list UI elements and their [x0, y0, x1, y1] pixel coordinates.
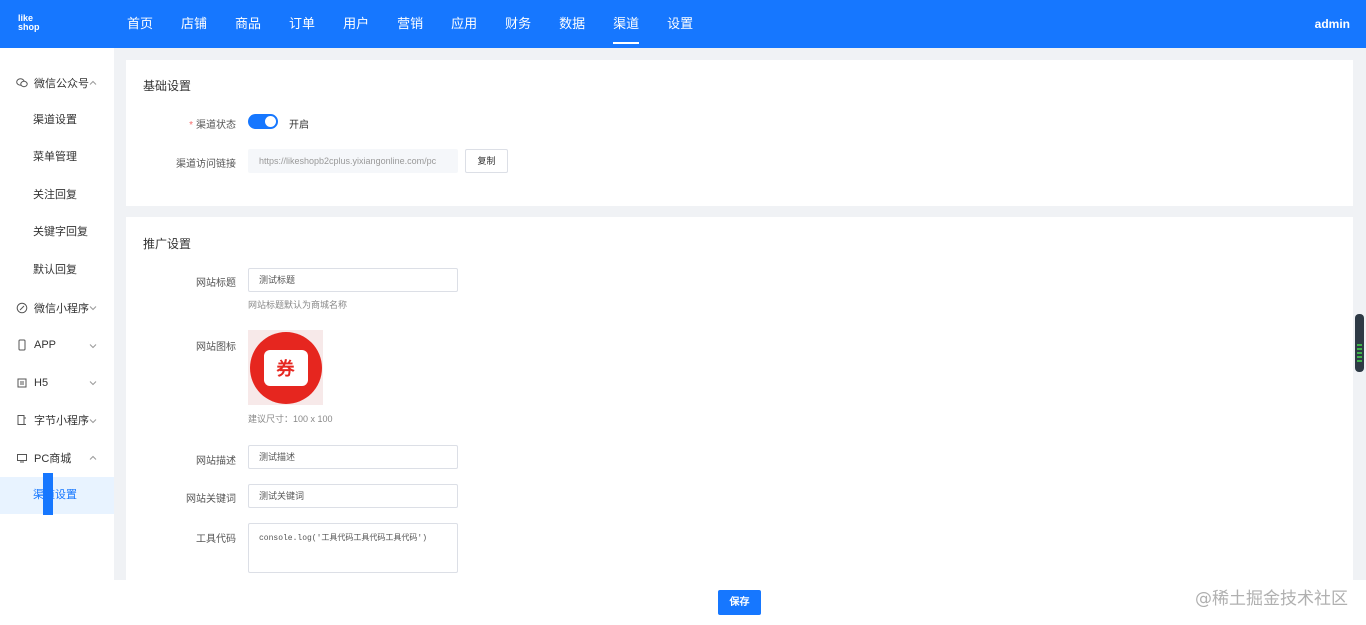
compass-icon — [16, 302, 28, 314]
channel-status-switch[interactable] — [248, 114, 278, 129]
site-title-label: 网站标题 — [196, 278, 236, 289]
channel-link-field[interactable]: https://likeshopb2cplus.yixiangonline.co… — [248, 149, 458, 173]
chevron-down-icon — [89, 343, 97, 348]
scrollbar-thumb[interactable] — [1355, 314, 1364, 372]
h5-icon — [16, 377, 28, 389]
coupon-icon: 券 — [263, 349, 308, 386]
sidebar-item-follow-reply[interactable]: 关注回复 — [0, 177, 114, 215]
site-desc-label: 网站描述 — [196, 456, 236, 467]
sidebar-group-label: 字节小程序 — [34, 415, 89, 428]
sidebar-group-label: H5 — [34, 376, 49, 389]
sidebar-group-label: APP — [34, 339, 57, 352]
nav-home[interactable]: 首页 — [127, 0, 153, 48]
site-icon-help: 建议尺寸：100 x 100 — [248, 414, 333, 424]
sidebar-group-wechat-oa[interactable]: 微信公众号 — [0, 64, 114, 102]
sidebar-group-h5[interactable]: H5 — [0, 364, 114, 402]
nav-shop[interactable]: 店铺 — [181, 0, 207, 48]
nav-channel[interactable]: 渠道 — [613, 0, 640, 48]
tool-code-textarea[interactable]: console.log('工具代码工具代码工具代码') — [248, 523, 458, 573]
site-icon-image[interactable]: 券 — [248, 330, 323, 405]
promotion-settings-title: 推广设置 — [143, 237, 192, 251]
channel-status-label: * 渠道状态 — [126, 116, 236, 131]
footer-bar: 保存 @稀土掘金技术社区 — [114, 580, 1366, 625]
chevron-down-icon — [89, 381, 97, 386]
chevron-down-icon — [89, 418, 97, 423]
chevron-up-icon — [89, 80, 97, 85]
basic-settings-title: 基础设置 — [143, 79, 192, 93]
site-title-help: 网站标题默认为商城名称 — [248, 300, 348, 310]
sidebar-item-menu-management[interactable]: 菜单管理 — [0, 139, 114, 177]
site-desc-input[interactable]: 测试描述 — [248, 445, 458, 469]
nav-finance[interactable]: 财务 — [505, 0, 531, 48]
main-nav: 首页 店铺 商品 订单 用户 营销 应用 财务 数据 渠道 设置 — [113, 0, 707, 48]
sidebar-group-label: 微信公众号 — [34, 77, 89, 90]
sidebar-group-mini-program[interactable]: 微信小程序 — [0, 289, 114, 327]
chevron-down-icon — [89, 306, 97, 311]
sidebar-group-pc-mall[interactable]: PC商城 — [0, 439, 114, 477]
watermark: @稀土掘金技术社区 — [1195, 589, 1348, 609]
nav-goods[interactable]: 商品 — [235, 0, 261, 48]
tool-code-label: 工具代码 — [196, 534, 236, 545]
sidebar-group-app[interactable]: APP — [0, 327, 114, 365]
chevron-up-icon — [89, 455, 97, 460]
monitor-icon — [16, 452, 28, 464]
site-keywords-label: 网站关键词 — [186, 494, 236, 505]
sidebar-item-default-reply[interactable]: 默认回复 — [0, 252, 114, 290]
sidebar-group-label: PC商城 — [34, 452, 72, 465]
nav-users[interactable]: 用户 — [343, 0, 369, 48]
site-keywords-input[interactable]: 测试关键词 — [248, 484, 458, 508]
sidebar-item-pc-channel-settings[interactable]: 渠道设置 — [0, 472, 114, 515]
phone-icon — [16, 339, 28, 351]
nav-data[interactable]: 数据 — [559, 0, 585, 48]
sidebar-group-bytedance[interactable]: 字节小程序 — [0, 402, 114, 440]
wechat-icon — [16, 77, 28, 89]
site-icon-label: 网站图标 — [196, 342, 236, 353]
basic-settings-card: 基础设置 * 渠道状态 开启 渠道访问链接 https://likeshopb2c… — [126, 60, 1353, 206]
nav-orders[interactable]: 订单 — [289, 0, 315, 48]
nav-marketing[interactable]: 营销 — [397, 0, 423, 48]
sidebar: 微信公众号 渠道设置 菜单管理 关注回复 关键字回复 默认回复 微信小程序 AP… — [0, 48, 114, 625]
logo[interactable]: like shop — [18, 14, 48, 32]
coupon-logo: 券 — [249, 331, 322, 404]
nav-settings[interactable]: 设置 — [667, 0, 693, 48]
required-mark: * — [189, 120, 193, 131]
sidebar-item-label: 渠道设置 — [33, 488, 77, 501]
channel-status-text: 开启 — [289, 120, 309, 131]
sidebar-item-wechat-channel-settings[interactable]: 渠道设置 — [0, 102, 114, 140]
channel-link-label: 渠道访问链接 — [176, 159, 236, 170]
logo-line-2: shop — [18, 22, 40, 32]
copy-button[interactable]: 复制 — [465, 149, 508, 173]
nav-apps[interactable]: 应用 — [451, 0, 477, 48]
top-bar: like shop 首页 店铺 商品 订单 用户 营销 应用 财务 数据 渠道 … — [0, 0, 1366, 48]
channel-status-label-text: 渠道状态 — [196, 120, 236, 131]
promotion-settings-card: 推广设置 网站标题 测试标题 网站标题默认为商城名称 网站图标 券 建议尺寸：1… — [126, 217, 1353, 580]
site-title-input[interactable]: 测试标题 — [248, 268, 458, 292]
user-menu[interactable]: admin — [1315, 0, 1350, 48]
sidebar-item-keyword-reply[interactable]: 关键字回复 — [0, 214, 114, 252]
bytedance-icon — [16, 414, 28, 426]
sidebar-group-label: 微信小程序 — [34, 302, 89, 315]
save-button[interactable]: 保存 — [718, 590, 761, 615]
